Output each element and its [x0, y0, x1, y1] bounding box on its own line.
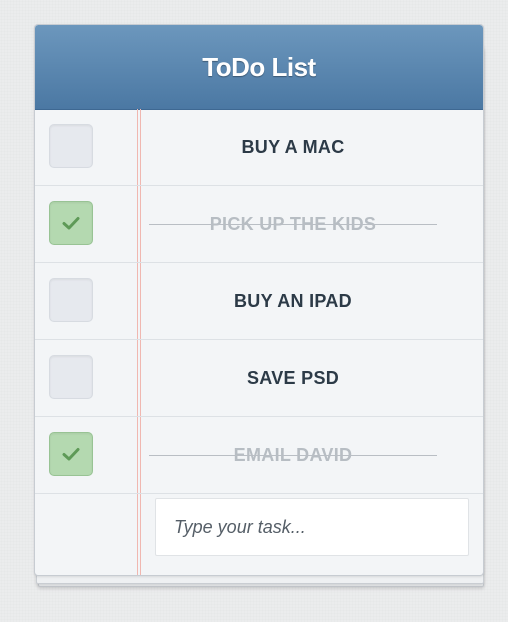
task-label: SAVE PSD: [246, 368, 340, 388]
list-item: SAVE PSD: [35, 340, 483, 417]
strikethrough-line: [149, 455, 437, 456]
task-checkbox[interactable]: [49, 201, 93, 245]
checkmark-icon: [62, 217, 80, 230]
task-checkbox[interactable]: [49, 278, 93, 322]
strikethrough-line: [149, 224, 437, 225]
list-item: PICK UP THE KIDS: [35, 186, 483, 263]
todo-stack: ToDo List BUY A MAC PICK UP THE KIDS BUY…: [34, 24, 484, 587]
page-title: ToDo List: [202, 51, 316, 82]
new-task-field: [155, 498, 469, 556]
task-label: BUY A MAC: [241, 137, 345, 157]
task-checkbox[interactable]: [49, 355, 93, 399]
new-task-input[interactable]: [156, 499, 468, 555]
task-list: BUY A MAC PICK UP THE KIDS BUY AN IPAD S…: [35, 109, 483, 494]
task-checkbox[interactable]: [49, 124, 93, 168]
checkmark-icon: [62, 448, 80, 461]
task-checkbox[interactable]: [49, 432, 93, 476]
list-item: BUY A MAC: [35, 109, 483, 186]
header: ToDo List: [35, 25, 483, 110]
task-label: BUY AN IPAD: [234, 291, 352, 311]
list-item: BUY AN IPAD: [35, 263, 483, 340]
todo-card: ToDo List BUY A MAC PICK UP THE KIDS BUY…: [34, 24, 484, 576]
list-item: EMAIL DAVID: [35, 417, 483, 494]
